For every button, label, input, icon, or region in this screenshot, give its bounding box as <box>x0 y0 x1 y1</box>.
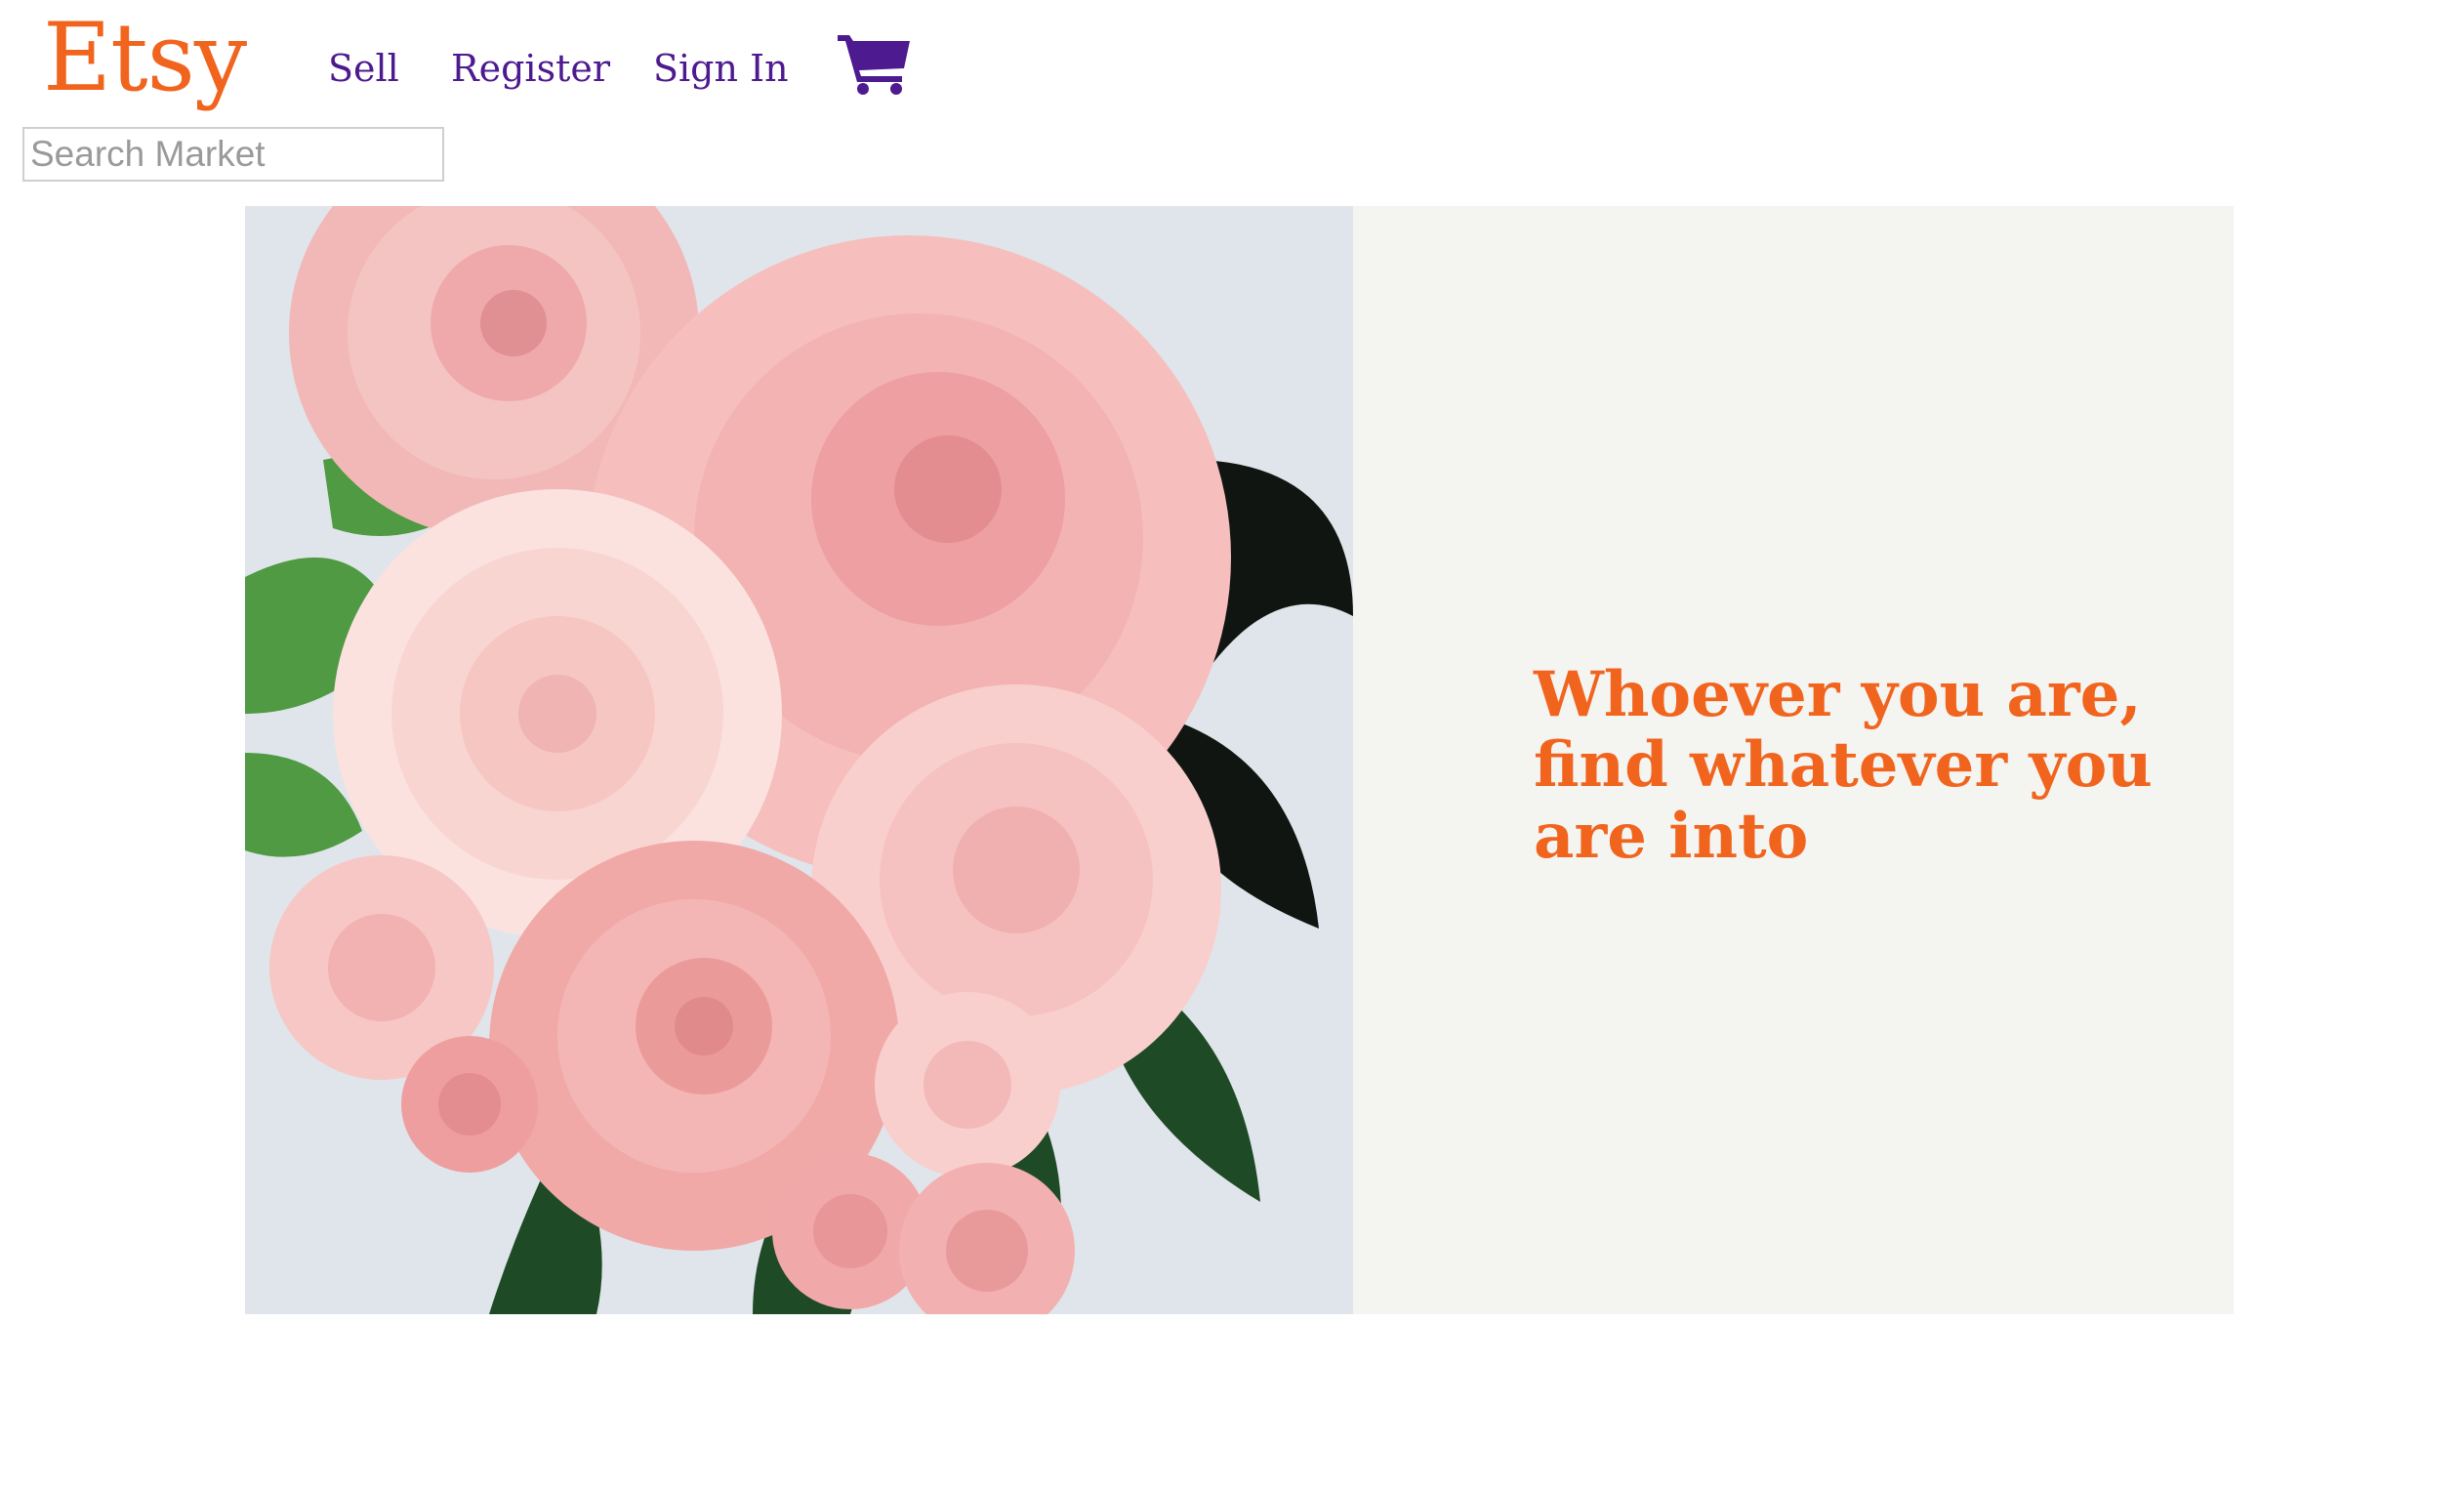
shopping-cart-glyph <box>838 35 910 95</box>
hero-image-paper-flowers <box>245 206 1353 1314</box>
hero-banner: Whoever you are, find whatever you are i… <box>245 206 2234 1314</box>
hero-text-panel: Whoever you are, find whatever you are i… <box>1353 206 2234 1314</box>
paper-flowers-illustration <box>245 206 1353 1314</box>
shopping-cart-icon[interactable] <box>836 29 914 96</box>
hero-tagline: Whoever you are, find whatever you are i… <box>1534 658 2153 873</box>
page: Etsy Sell Register Sign In Search Market… <box>0 0 2464 1488</box>
search-input[interactable] <box>22 127 444 182</box>
nav-sell-link[interactable]: Sell <box>328 48 399 90</box>
nav-register-link[interactable]: Register <box>451 48 610 90</box>
nav-sign-in-link[interactable]: Sign In <box>653 48 789 90</box>
etsy-logo[interactable]: Etsy <box>43 4 247 112</box>
